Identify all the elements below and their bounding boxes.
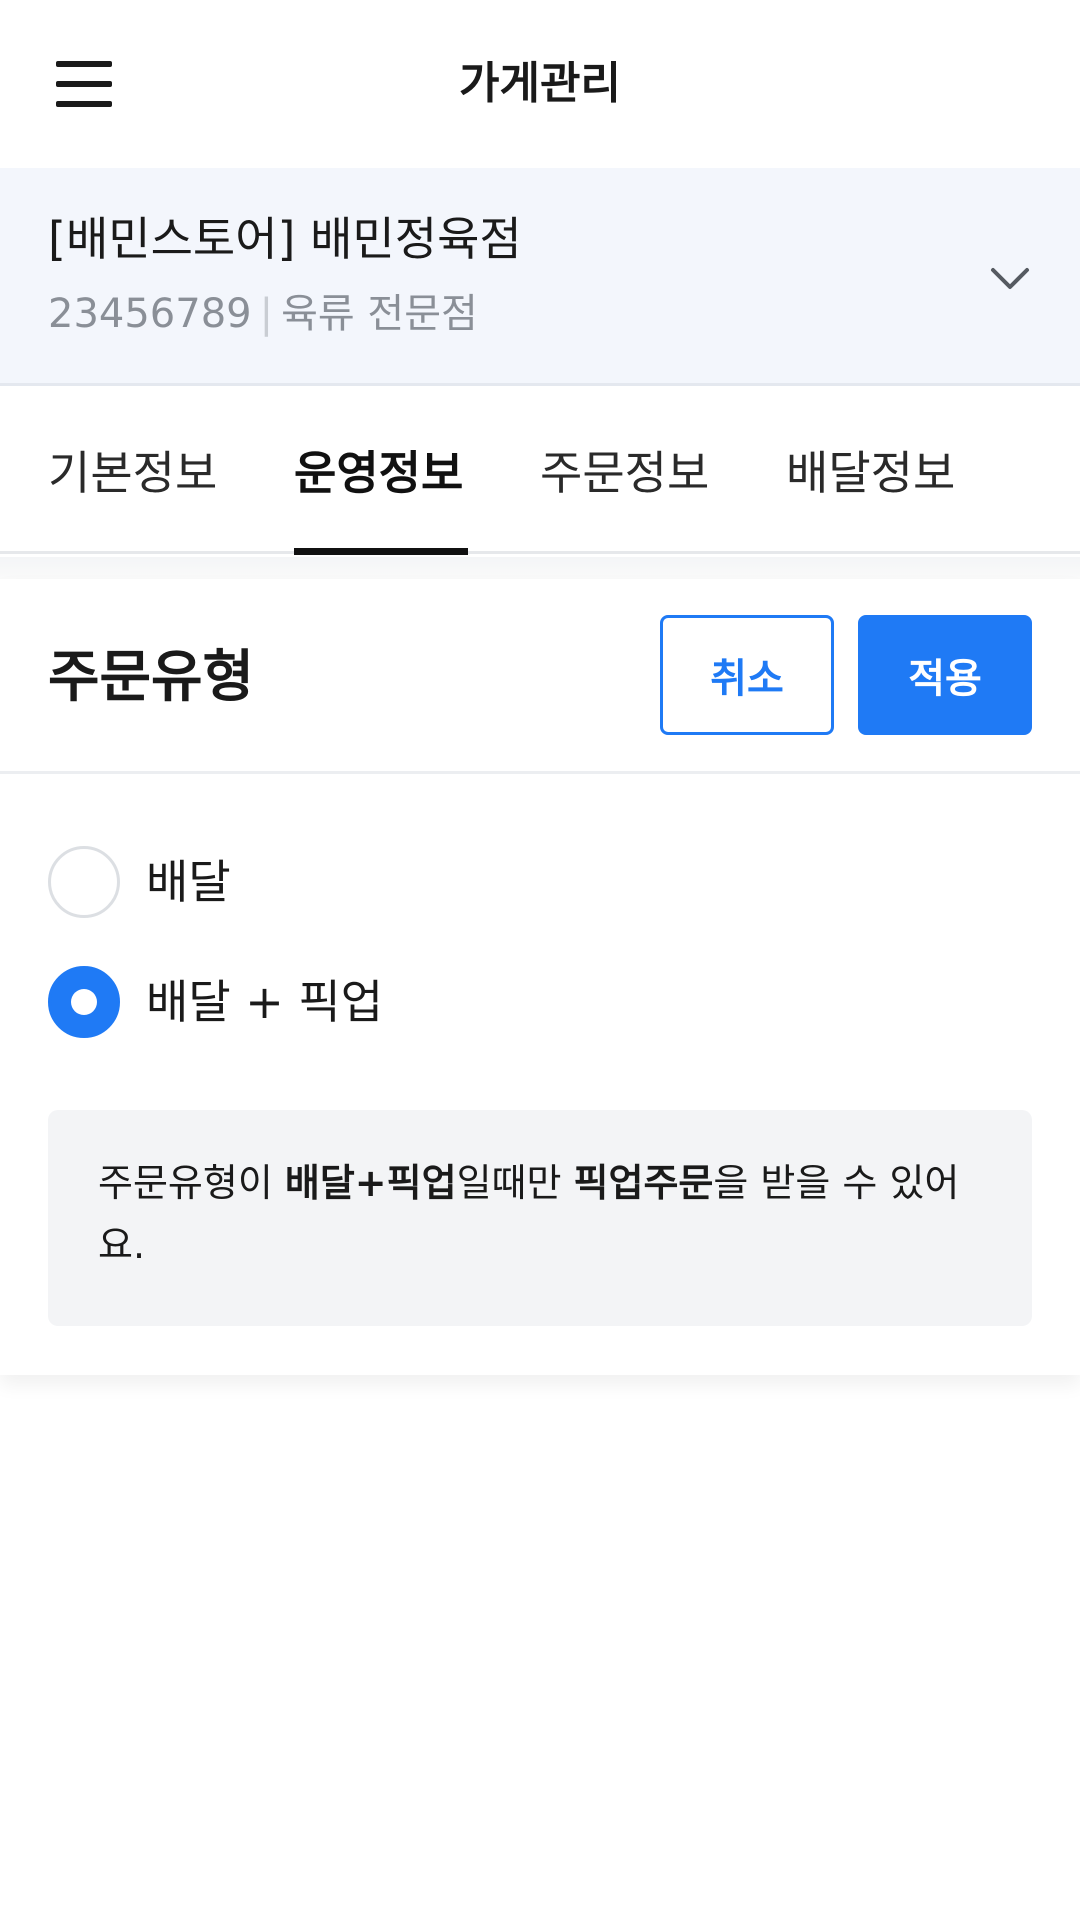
- store-separator: |: [259, 291, 274, 337]
- chevron-down-icon[interactable]: [990, 258, 1030, 298]
- info-notice: 주문유형이 배달+픽업일때만 픽업주문을 받을 수 있어요.: [48, 1110, 1032, 1326]
- option-delivery[interactable]: 배달: [48, 846, 231, 918]
- tab-order-info[interactable]: 주문정보: [540, 442, 709, 504]
- tab-bar: 기본정보 운영정보 주문정보 배달정보: [0, 386, 1080, 554]
- cancel-button[interactable]: 취소: [660, 615, 834, 735]
- notice-text: 주문유형이: [98, 1161, 285, 1205]
- option-label: 배달 + 픽업: [146, 975, 384, 1029]
- store-name: [배민스토어] 배민정육점: [48, 212, 522, 266]
- option-label: 배달: [146, 855, 231, 909]
- notice-bold-text: 배달+픽업: [284, 1161, 457, 1205]
- section-title: 주문유형: [48, 645, 255, 710]
- store-category: 육류 전문점: [281, 291, 478, 337]
- notice-text: 일때만: [456, 1161, 574, 1205]
- card-divider: [0, 771, 1080, 774]
- notice-bold-text: 픽업주문: [573, 1161, 714, 1205]
- tab-basic-info[interactable]: 기본정보: [48, 442, 217, 504]
- tab-delivery-info[interactable]: 배달정보: [786, 442, 955, 504]
- option-delivery-pickup[interactable]: 배달 + 픽업: [48, 966, 383, 1038]
- store-subtitle: 23456789 | 육류 전문점: [48, 286, 478, 342]
- store-selector[interactable]: [배민스토어] 배민정육점 23456789 | 육류 전문점: [0, 168, 1080, 386]
- active-tab-indicator: [294, 548, 468, 555]
- section-gap: [0, 557, 1080, 579]
- apply-button[interactable]: 적용: [858, 615, 1032, 735]
- radio-delivery-pickup[interactable]: [48, 966, 120, 1038]
- store-id: 23456789: [48, 291, 252, 337]
- top-app-bar: 가게관리: [0, 0, 1080, 168]
- app-root: 가게관리 [배민스토어] 배민정육점 23456789 | 육류 전문점 기본정보 …: [0, 0, 1080, 1920]
- radio-delivery[interactable]: [48, 846, 120, 918]
- tab-operation-info[interactable]: 운영정보: [294, 442, 463, 504]
- page-title: 가게관리: [459, 58, 621, 109]
